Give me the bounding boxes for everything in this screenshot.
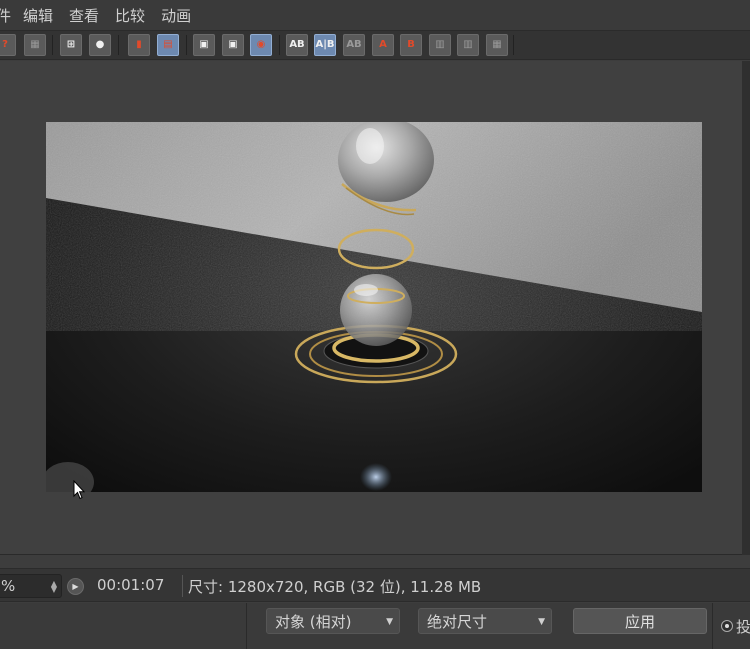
chevron-down-icon: ▼ (386, 617, 393, 627)
menu-edit[interactable]: 编辑 (23, 5, 53, 26)
region-render-icon[interactable]: ⊞ (60, 34, 82, 56)
compare-diff-icon[interactable]: AB (343, 34, 365, 56)
menu-animation[interactable]: 动画 (161, 5, 191, 26)
grid-icon[interactable]: ▦ (24, 34, 46, 56)
set-b-icon[interactable]: B (400, 34, 422, 56)
help-icon[interactable]: ? (0, 34, 16, 56)
mouse-cursor-icon (73, 480, 85, 500)
render-user-icon[interactable]: ● (89, 34, 111, 56)
frame-icon[interactable]: ▣ (193, 34, 215, 56)
timecode: 00:01:07 (97, 576, 165, 594)
frame-preview-icon[interactable]: ▣ (222, 34, 244, 56)
vertical-scrollbar[interactable] (742, 61, 750, 555)
picture-viewer-window: 件 编辑 查看 比较 动画 ? ▦ ⊞ ● ▮ ▤ ▣ ▣ ◉ AB A|B A… (0, 0, 750, 649)
play-icon[interactable]: ▶ (67, 578, 84, 595)
zoom-field[interactable]: % ▲ ▼ (0, 574, 62, 598)
mode-select[interactable]: 对象 (相对) ▼ (266, 608, 400, 634)
history-icon[interactable]: ▤ (157, 34, 179, 56)
snapshot-icon[interactable]: ▮ (128, 34, 150, 56)
menu-compare[interactable]: 比较 (115, 5, 145, 26)
spinner-icon[interactable]: ▲ ▼ (51, 580, 57, 594)
eye-render-icon[interactable]: ◉ (250, 34, 272, 56)
size-select-value: 绝对尺寸 (427, 612, 488, 631)
bottom-panel: 对象 (相对) ▼ 绝对尺寸 ▼ 应用 投 (0, 603, 750, 649)
compare-ab-icon[interactable]: AB (286, 34, 308, 56)
status-bar: % ▲ ▼ ▶ 00:01:07 尺寸: 1280x720, RGB (32 位)… (0, 568, 750, 602)
menu-file[interactable]: 件 (0, 5, 11, 26)
layout-a-icon[interactable]: ▥ (429, 34, 451, 56)
toolbar: ? ▦ ⊞ ● ▮ ▤ ▣ ▣ ◉ AB A|B AB A B ▥ ▥ ▦ (0, 30, 750, 60)
compare-split-icon[interactable]: A|B (314, 34, 336, 56)
image-info: 尺寸: 1280x720, RGB (32 位), 11.28 MB (188, 578, 482, 596)
apply-button[interactable]: 应用 (573, 608, 707, 634)
menu-view[interactable]: 查看 (69, 5, 99, 26)
set-a-icon[interactable]: A (372, 34, 394, 56)
size-select[interactable]: 绝对尺寸 ▼ (418, 608, 552, 634)
radio-label: 投 (736, 618, 750, 636)
chevron-down-icon: ▼ (538, 617, 545, 627)
rendered-image (46, 122, 702, 492)
menu-bar: 件 编辑 查看 比较 动画 (0, 0, 750, 30)
zoom-value: % (1, 577, 16, 595)
layout-b-icon[interactable]: ▥ (457, 34, 479, 56)
image-viewport[interactable] (0, 61, 750, 555)
layout-grid-icon[interactable]: ▦ (486, 34, 508, 56)
radio-button[interactable] (721, 620, 733, 632)
mode-select-value: 对象 (相对) (275, 612, 352, 631)
